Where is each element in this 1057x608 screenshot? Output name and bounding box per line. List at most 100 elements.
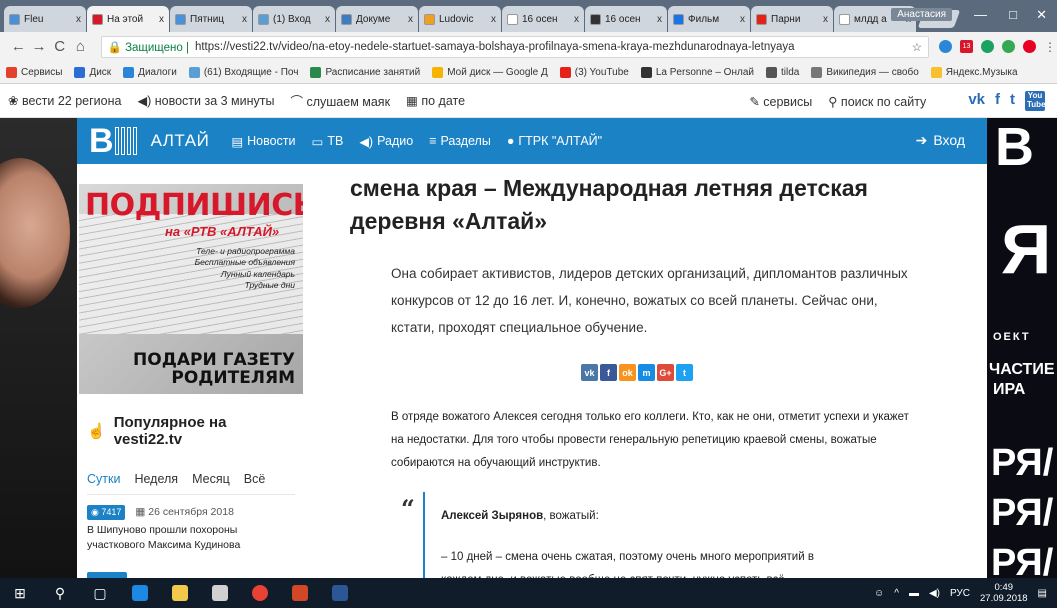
close-window-button[interactable]: ✕ (1036, 7, 1047, 23)
notification-icon[interactable]: ▤ (1038, 588, 1047, 599)
extension-check-icon[interactable] (1002, 40, 1016, 53)
home-button[interactable]: ⌂ (70, 38, 91, 55)
chrome-icon[interactable] (240, 578, 280, 608)
share-m-icon[interactable]: m (638, 364, 655, 381)
share-t-icon[interactable]: t (676, 364, 693, 381)
bookmark-item[interactable]: (3) YouTube (559, 66, 629, 78)
edge-icon[interactable] (120, 578, 160, 608)
browser-tab[interactable]: 16 осен x (502, 6, 584, 32)
nav-radio[interactable]: ◀) Радио (359, 134, 413, 149)
tab-favicon-icon (590, 13, 601, 25)
store-icon[interactable] (200, 578, 240, 608)
tab-close-icon[interactable]: x (740, 14, 745, 25)
explorer-icon[interactable] (160, 578, 200, 608)
search-link[interactable]: ⚲ поиск по сайту (828, 94, 926, 109)
bookmark-item[interactable]: Яндекс.Музыка (930, 66, 1018, 78)
facebook-icon[interactable]: f (995, 91, 1000, 111)
bookmark-item[interactable]: Мой диск — Google Д (432, 66, 548, 78)
back-button[interactable]: ← (8, 38, 29, 55)
minimize-button[interactable]: — (974, 7, 987, 22)
bookmark-item[interactable]: (61) Входящие - Поч (188, 66, 298, 78)
bookmark-item[interactable]: Диалоги (123, 66, 177, 78)
browser-toolbar: ← → C ⌂ 🔒 Защищено | https://vesti22.tv/v… (0, 32, 1057, 61)
search-icon[interactable]: ⚲ (40, 578, 80, 608)
tab-close-icon[interactable]: x (159, 14, 164, 25)
bookmark-item[interactable]: tilda (765, 66, 799, 78)
youtube-icon[interactable]: You Tube (1025, 91, 1046, 111)
browser-tab[interactable]: Докуме x (336, 6, 418, 32)
share-vk-icon[interactable]: vk (581, 364, 598, 381)
right-side-banner[interactable]: В Я ОЕКТ ЧАСТИЕ ИРА РЯ/ РЯ/ РЯ/ (987, 118, 1057, 578)
clock[interactable]: 0:49 27.09.2018 (980, 582, 1028, 605)
tab-close-icon[interactable]: x (574, 14, 579, 25)
extension-icon[interactable] (939, 40, 953, 53)
share-f-icon[interactable]: f (600, 364, 617, 381)
browser-tab[interactable]: Fleu x (4, 6, 86, 32)
bookmark-item[interactable]: Сервисы (6, 66, 62, 78)
share-ok-icon[interactable]: ok (619, 364, 636, 381)
browser-tab[interactable]: 16 осен x (585, 6, 667, 32)
pinterest-icon[interactable] (1023, 40, 1037, 53)
nav-gtrk[interactable]: ● ГТРК "АЛТАЙ" (507, 134, 602, 149)
tab-day[interactable]: Сутки (87, 472, 120, 486)
top-link-news3min[interactable]: ◀) новости за 3 минуты (137, 93, 274, 108)
subscribe-banner[interactable]: ПОДПИШИСЬ на «РТВ «АЛТАЙ» Теле- и радиоп… (79, 184, 303, 394)
people-icon[interactable]: ☺ (874, 588, 884, 599)
share-Gplus-icon[interactable]: G+ (657, 364, 674, 381)
top-link-region[interactable]: ❀ вести 22 региона (8, 93, 121, 108)
browser-tab[interactable]: Фильм x (668, 6, 750, 32)
language-indicator[interactable]: РУС (950, 588, 970, 599)
volume-icon[interactable]: ◀) (929, 588, 940, 599)
tab-all[interactable]: Всё (244, 472, 266, 486)
word-icon[interactable] (320, 578, 360, 608)
extension-icon[interactable] (981, 40, 995, 53)
windows-start-icon[interactable]: ⊞ (0, 578, 40, 608)
top-link-mayak[interactable]: ⌒ слушаем маяк (290, 91, 390, 110)
profile-button[interactable]: Анастасия (891, 8, 952, 21)
tab-close-icon[interactable]: x (325, 14, 330, 25)
powerpoint-icon[interactable] (280, 578, 320, 608)
maximize-button[interactable]: □ (1009, 7, 1017, 22)
tab-close-icon[interactable]: x (657, 14, 662, 25)
forward-button[interactable]: → (29, 38, 50, 55)
tab-close-icon[interactable]: x (823, 14, 828, 25)
browser-tab[interactable]: Парни x (751, 6, 833, 32)
bookmark-item[interactable]: Расписание занятий (310, 66, 420, 78)
banner-list: Теле- и радиопрограмма Бесплатные объявл… (195, 246, 295, 292)
nav-news[interactable]: ▤ Новости (231, 134, 295, 149)
secure-indicator[interactable]: 🔒 Защищено | (108, 40, 189, 54)
extension-badge-icon[interactable]: 13 (960, 40, 974, 53)
tab-week[interactable]: Неделя (134, 472, 178, 486)
menu-icon[interactable]: ⋮ (1044, 40, 1057, 54)
url-text[interactable]: https://vesti22.tv/video/na-etoy-nedele-… (195, 41, 795, 53)
tab-close-icon[interactable]: x (242, 14, 247, 25)
tab-close-icon[interactable]: x (491, 14, 496, 25)
tray-arrow-icon[interactable]: ^ (894, 588, 899, 599)
login-link[interactable]: ➔ Вход (916, 132, 965, 149)
tab-close-icon[interactable]: x (76, 14, 81, 25)
tab-close-icon[interactable]: x (408, 14, 413, 25)
twitter-icon[interactable]: t (1010, 91, 1015, 111)
bookmark-item[interactable]: Википедия — свобо (811, 66, 919, 78)
bookmark-icon (310, 66, 322, 78)
network-icon[interactable]: ▬ (909, 588, 919, 599)
top-link-bydate[interactable]: ▦ по дате (406, 93, 465, 108)
browser-tab[interactable]: (1) Вход x (253, 6, 335, 32)
bookmark-icon (123, 66, 135, 78)
bookmark-item[interactable]: Диск (74, 66, 111, 78)
bookmark-star-icon[interactable]: ☆ (912, 40, 922, 54)
browser-tab[interactable]: На этой x (87, 6, 169, 32)
vk-icon[interactable]: vk (968, 91, 985, 111)
nav-sections[interactable]: ≡ Разделы (429, 134, 491, 149)
browser-tab[interactable]: Пятниц x (170, 6, 252, 32)
services-link[interactable]: ✎ сервисы (749, 94, 812, 109)
browser-tab[interactable]: Ludovic x (419, 6, 501, 32)
reload-button[interactable]: C (49, 38, 70, 55)
task-view-icon[interactable]: ▢ (80, 578, 120, 608)
list-item[interactable]: ◉ 7417 ▦ 26 сентября 2018 В Шипуново про… (87, 505, 295, 554)
address-bar[interactable]: 🔒 Защищено | https://vesti22.tv/video/na-… (100, 35, 930, 58)
tab-month[interactable]: Месяц (192, 472, 230, 486)
bookmark-item[interactable]: La Personne – Онлай (640, 66, 754, 78)
site-logo[interactable]: В АЛТАЙ (89, 122, 209, 161)
nav-tv[interactable]: ▭ ТВ (312, 134, 344, 149)
